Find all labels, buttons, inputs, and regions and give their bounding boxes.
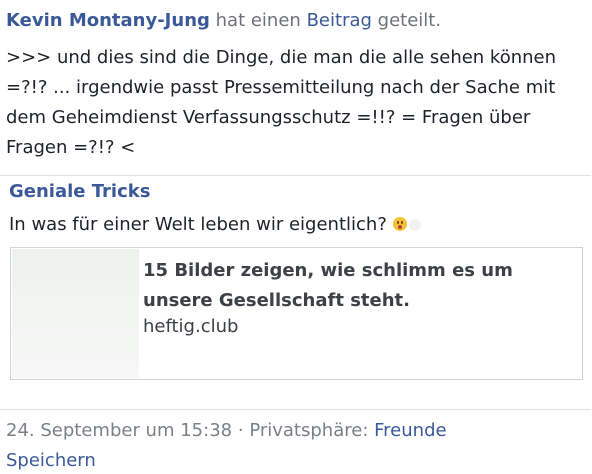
reaction-placeholder-icon <box>408 219 421 231</box>
link-thumbnail-image <box>12 249 139 378</box>
action-text: hat einen <box>215 10 301 31</box>
privacy-label: Privatsphäre: <box>249 420 369 441</box>
link-domain: heftig.club <box>143 316 239 337</box>
post-object-link[interactable]: Beitrag <box>307 10 372 31</box>
post-meta: 24. September um 15:38 · Privatsphäre: F… <box>6 418 447 444</box>
privacy-audience-link[interactable]: Freunde <box>374 420 446 441</box>
link-preview-card[interactable]: 15 Bilder zeigen, wie schlimm es um unse… <box>10 247 583 380</box>
post-header: Kevin Montany-Jung hat einen Beitrag get… <box>6 8 441 34</box>
shared-post-text: In was für einer Welt leben wir eigentli… <box>9 214 387 235</box>
post-message: >>> und dies sind die Dinge, die man die… <box>6 47 557 158</box>
shared-post[interactable]: Geniale Tricks In was für einer Welt leb… <box>0 175 591 410</box>
post-date[interactable]: 24. September um 15:38 <box>6 420 232 441</box>
previous-content-fragment <box>0 0 592 6</box>
shared-post-message: In was für einer Welt leben wir eigentli… <box>9 212 421 238</box>
action-suffix: geteilt. <box>377 10 442 31</box>
link-title[interactable]: 15 Bilder zeigen, wie schlimm es um unse… <box>143 256 573 316</box>
meta-separator: · <box>237 420 244 441</box>
save-post-link[interactable]: Speichern <box>6 448 96 474</box>
worried-face-icon <box>392 217 407 231</box>
shared-page-name-link[interactable]: Geniale Tricks <box>9 179 150 205</box>
author-name-link[interactable]: Kevin Montany-Jung <box>6 10 210 31</box>
